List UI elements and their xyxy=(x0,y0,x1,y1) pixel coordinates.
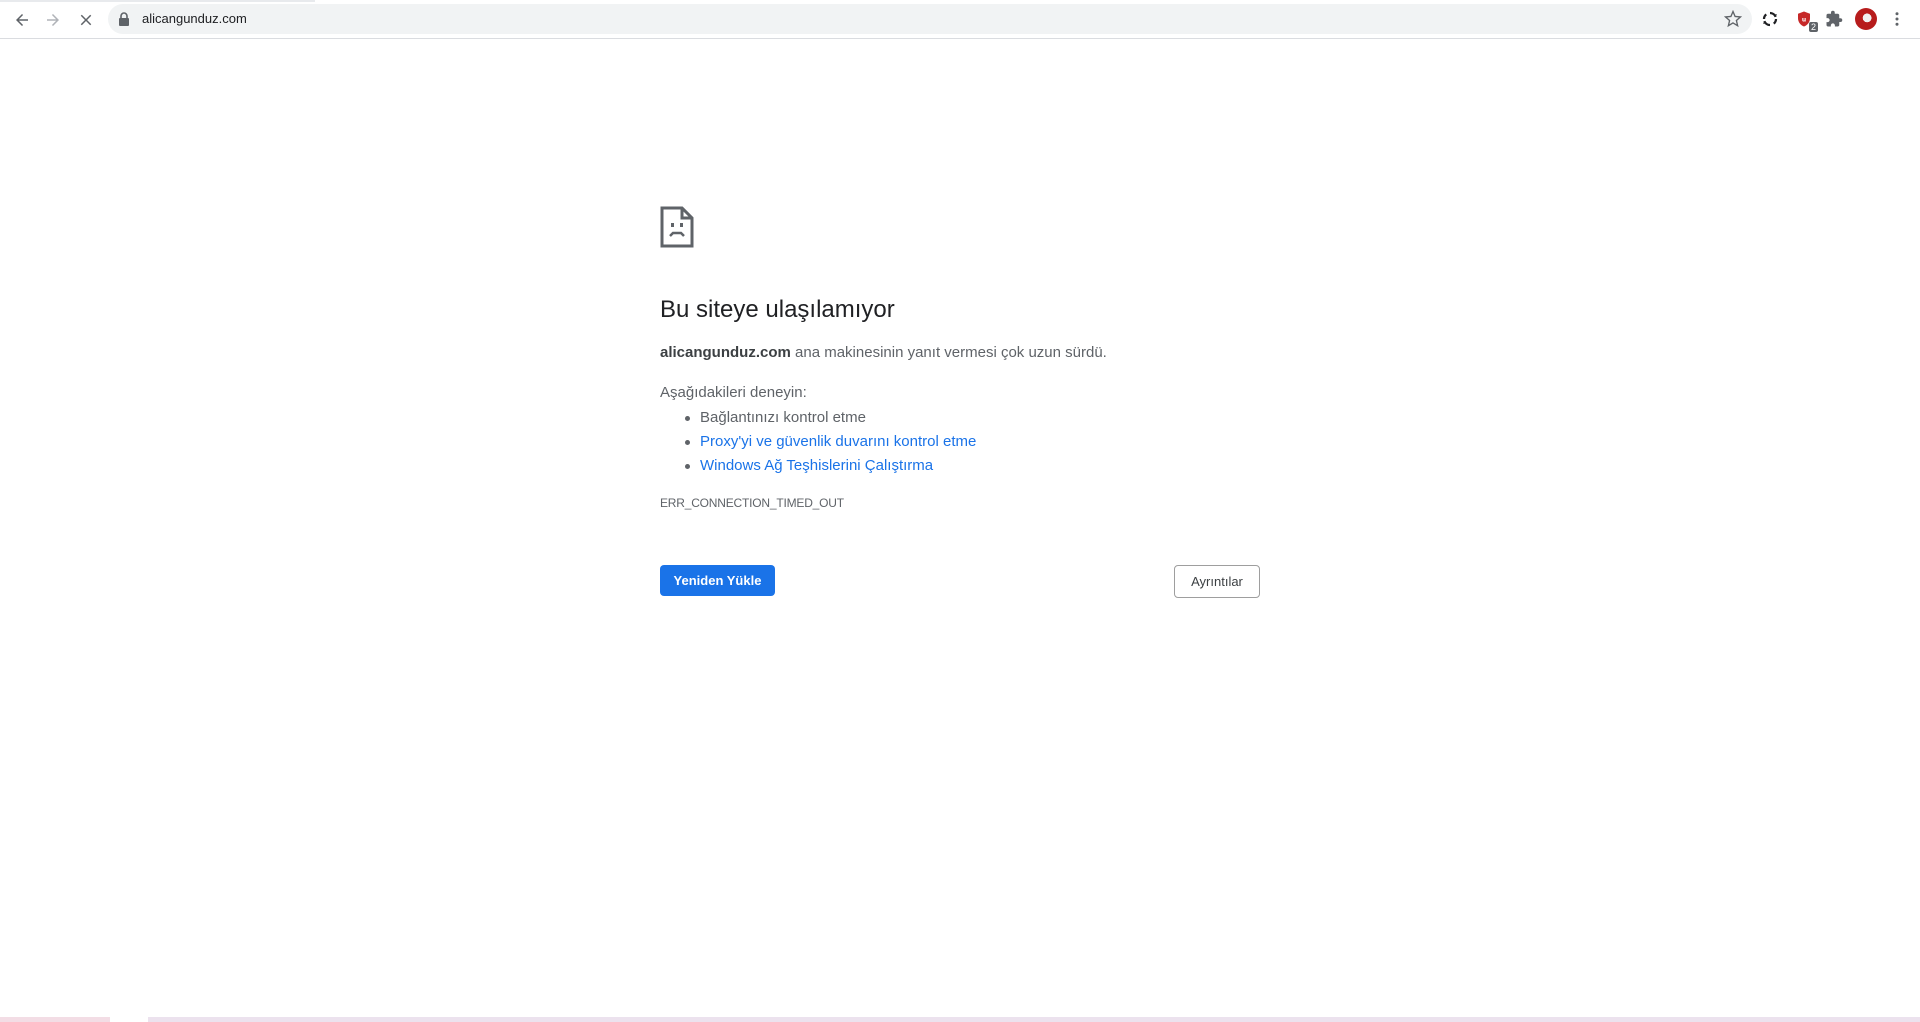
loading-bar xyxy=(0,0,315,2)
address-bar[interactable]: alicangunduz.com xyxy=(108,4,1752,34)
page-title: Bu siteye ulaşılamıyor xyxy=(660,296,895,323)
lock-icon[interactable] xyxy=(118,12,130,26)
puzzle-icon xyxy=(1826,10,1843,27)
browser-menu-button[interactable] xyxy=(1886,8,1908,30)
profile-avatar[interactable] xyxy=(1855,8,1877,30)
reload-button[interactable]: Yeniden Yükle xyxy=(660,565,775,596)
forward-arrow-icon xyxy=(47,14,59,26)
stop-button[interactable] xyxy=(72,6,100,34)
suggestions-heading: Aşağıdakileri deneyin: xyxy=(660,384,807,401)
error-code: ERR_CONNECTION_TIMED_OUT xyxy=(660,496,844,510)
host-name: alicangunduz.com xyxy=(660,344,791,361)
forward-button[interactable] xyxy=(39,6,67,34)
back-arrow-icon xyxy=(16,14,28,26)
details-button[interactable]: Ayrıntılar xyxy=(1174,565,1260,598)
extensions-button[interactable] xyxy=(1823,8,1845,30)
suggestions-list: Bağlantınızı kontrol etme Proxy'yi ve gü… xyxy=(684,406,976,478)
sync-extension-icon xyxy=(1762,11,1778,27)
back-button[interactable] xyxy=(8,6,36,34)
browser-toolbar: alicangunduz.com u 2 xyxy=(0,0,1920,39)
more-vertical-icon xyxy=(1895,12,1899,26)
suggestion-check-connection: Bağlantınızı kontrol etme xyxy=(684,406,976,430)
star-icon[interactable] xyxy=(1724,10,1742,28)
stop-loading-icon xyxy=(80,14,92,26)
suggestion-check-proxy-link[interactable]: Proxy'yi ve güvenlik duvarını kontrol et… xyxy=(684,430,976,454)
sad-document-icon xyxy=(660,206,694,248)
error-description: alicangunduz.com ana makinesinin yanıt v… xyxy=(660,344,1107,361)
svg-text:u: u xyxy=(1802,16,1806,23)
error-message: ana makinesinin yanıt vermesi çok uzun s… xyxy=(790,344,1107,361)
sync-extension-button[interactable] xyxy=(1759,8,1781,30)
url-text[interactable]: alicangunduz.com xyxy=(142,11,247,26)
suggestion-network-diagnostics-link[interactable]: Windows Ağ Teşhislerini Çalıştırma xyxy=(684,454,976,478)
taskbar-edge xyxy=(0,1017,1920,1022)
shield-extension-button[interactable]: u 2 xyxy=(1793,8,1818,32)
extension-badge: 2 xyxy=(1808,22,1818,32)
